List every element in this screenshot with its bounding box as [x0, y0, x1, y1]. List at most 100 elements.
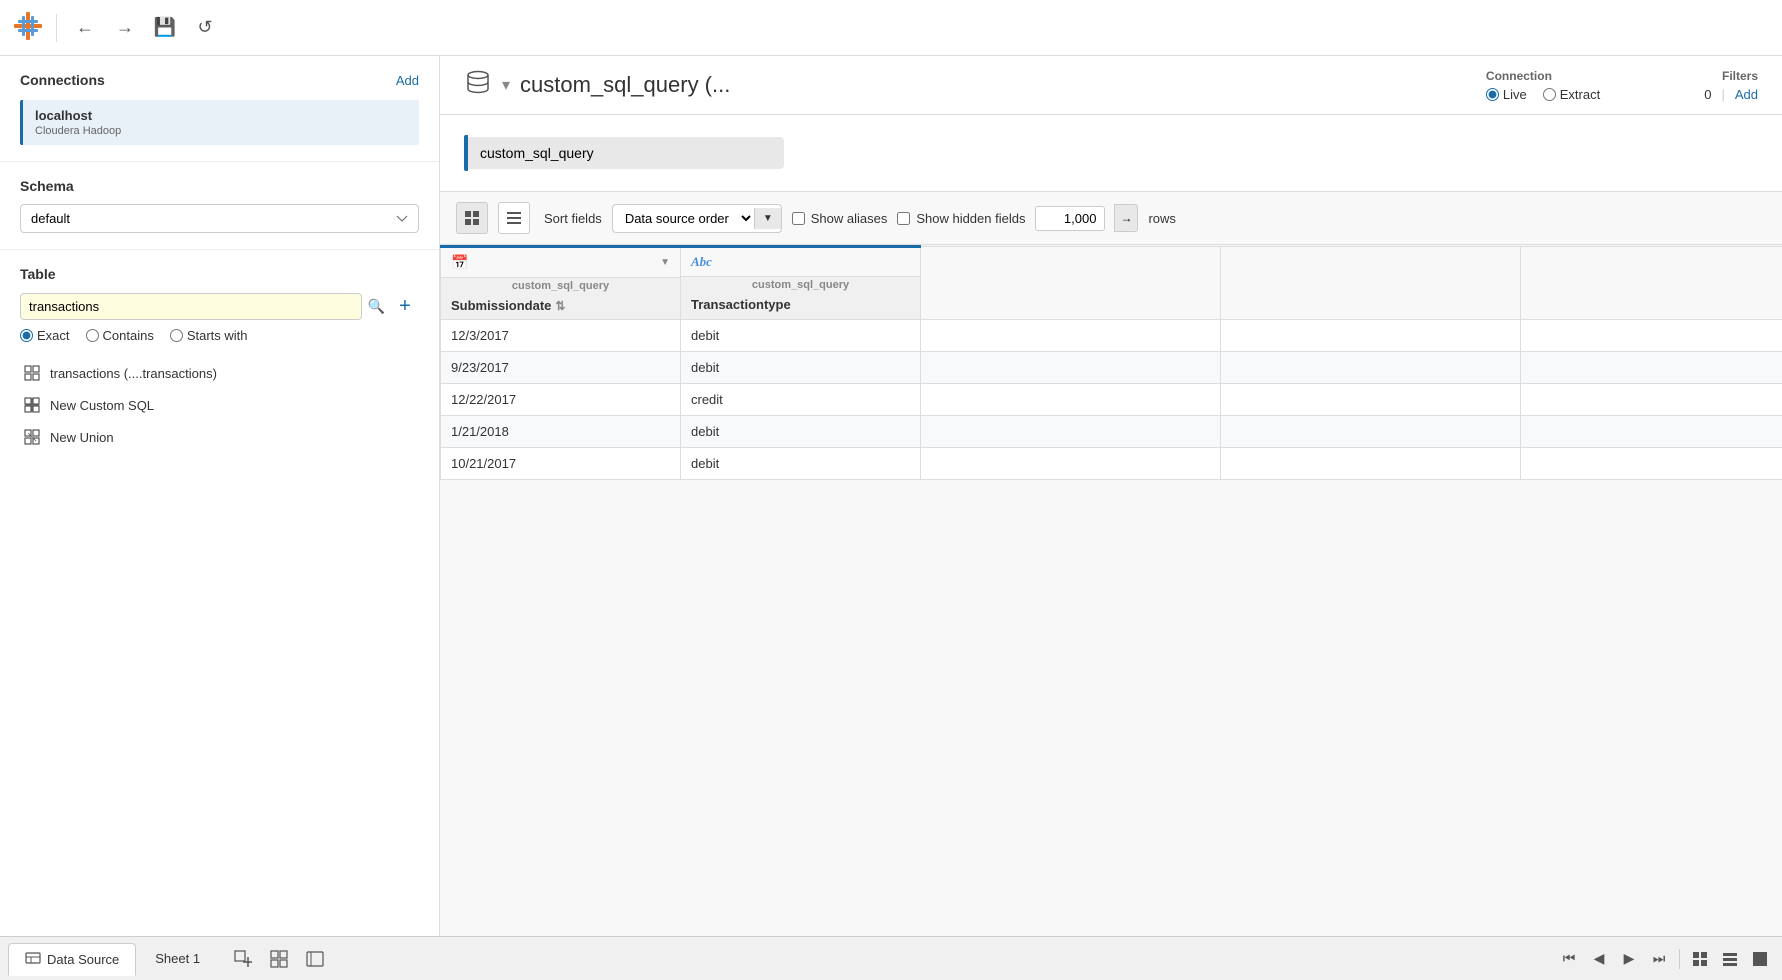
- extract-radio-label[interactable]: Extract: [1543, 87, 1600, 102]
- bottom-nav: ⏮ ◀ ▶ ⏭: [1555, 945, 1774, 973]
- bottom-tabbar: Data Source Sheet 1: [0, 936, 1782, 980]
- starts-with-radio-label[interactable]: Starts with: [170, 328, 248, 343]
- datasource-tab-icon: [25, 950, 41, 969]
- table-search-input[interactable]: [20, 293, 362, 320]
- filters-row: 0 | Add: [1704, 87, 1758, 102]
- table-cell-empty: [1521, 384, 1782, 416]
- sort-dropdown-icon[interactable]: ▼: [754, 208, 781, 229]
- table-add-button[interactable]: +: [391, 292, 419, 320]
- connections-header: Connections Add: [20, 72, 419, 88]
- show-hidden-checkbox[interactable]: [897, 212, 910, 225]
- list-view-btn-bottom[interactable]: [1716, 945, 1744, 973]
- col-source-1: custom_sql_query: [441, 278, 680, 294]
- contains-radio-label[interactable]: Contains: [86, 328, 154, 343]
- col-name-row-1: Submissiondate ⇅: [441, 294, 680, 319]
- live-radio-label[interactable]: Live: [1486, 87, 1527, 102]
- new-sheet-button[interactable]: [227, 943, 259, 975]
- table-section: Table 🔍 + Exact Contains Starts with: [0, 250, 439, 469]
- filters-add-link[interactable]: Add: [1735, 87, 1758, 102]
- col-sort-icon-1[interactable]: ⇅: [555, 299, 565, 313]
- data-grid-wrapper[interactable]: 📅 ▼ custom_sql_query Submissiondate ⇅: [440, 245, 1782, 936]
- table-cell: debit: [681, 448, 921, 480]
- extract-label: Extract: [1560, 87, 1600, 102]
- query-name-input[interactable]: [468, 137, 784, 169]
- query-box: [464, 135, 784, 171]
- content-area: ▾ custom_sql_query (... Connection Live …: [440, 56, 1782, 936]
- show-hidden-label[interactable]: Show hidden fields: [897, 211, 1025, 226]
- col-empty-3: [1521, 247, 1782, 320]
- grid-view-btn-bottom[interactable]: [1686, 945, 1714, 973]
- rows-input[interactable]: [1035, 206, 1105, 231]
- table-row: 9/23/2017debit: [441, 352, 1782, 384]
- col-empty-1: [921, 247, 1221, 320]
- connection-options: Live Extract: [1486, 87, 1600, 102]
- forward-button[interactable]: →: [109, 12, 141, 44]
- show-hidden-text: Show hidden fields: [916, 211, 1025, 226]
- extract-radio[interactable]: [1543, 88, 1556, 101]
- dropdown-chevron-icon[interactable]: ▾: [502, 75, 510, 95]
- connections-section: Connections Add localhost Cloudera Hadoo…: [0, 56, 439, 162]
- save-button[interactable]: 💾: [149, 12, 181, 44]
- contains-label: Contains: [103, 328, 154, 343]
- contains-radio[interactable]: [86, 329, 99, 342]
- show-aliases-label[interactable]: Show aliases: [792, 211, 888, 226]
- table-item-transactions: transactions (....transactions): [50, 366, 217, 381]
- nav-next-button[interactable]: ▶: [1615, 945, 1643, 973]
- schema-label: Schema: [20, 178, 419, 194]
- table-label: Table: [20, 266, 419, 282]
- add-connection-link[interactable]: Add: [396, 73, 419, 88]
- sheet1-tab[interactable]: Sheet 1: [138, 944, 217, 973]
- grid-view-button[interactable]: [456, 202, 488, 234]
- nav-last-button[interactable]: ⏭: [1645, 945, 1673, 973]
- db-title-group: ▾ custom_sql_query (...: [464, 68, 730, 102]
- datasource-tab[interactable]: Data Source: [8, 943, 136, 976]
- table-row: 12/3/2017debit: [441, 320, 1782, 352]
- table-cell: 1/21/2018: [441, 416, 681, 448]
- list-view-button[interactable]: [498, 202, 530, 234]
- refresh-button[interactable]: ↺: [189, 12, 221, 44]
- new-custom-sql-item[interactable]: New Custom SQL: [20, 389, 419, 421]
- connection-label: Connection: [1486, 69, 1600, 83]
- show-aliases-checkbox[interactable]: [792, 212, 805, 225]
- starts-with-label: Starts with: [187, 328, 248, 343]
- connection-type: Cloudera Hadoop: [35, 125, 407, 137]
- tab-action-group: [227, 943, 331, 975]
- rows-go-button[interactable]: →: [1114, 204, 1138, 232]
- new-union-item[interactable]: New Union: [20, 421, 419, 453]
- nav-prev-button[interactable]: ◀: [1585, 945, 1613, 973]
- exact-radio[interactable]: [20, 329, 33, 342]
- top-toolbar: ← → 💾 ↺: [0, 0, 1782, 56]
- table-search-row: 🔍 +: [20, 292, 419, 320]
- exact-radio-label[interactable]: Exact: [20, 328, 70, 343]
- table-cell-empty: [1221, 448, 1521, 480]
- col-dropdown-1[interactable]: ▼: [660, 257, 670, 268]
- filters-section: Filters 0 | Add: [1704, 69, 1758, 102]
- starts-with-radio[interactable]: [170, 329, 183, 342]
- data-grid: 📅 ▼ custom_sql_query Submissiondate ⇅: [440, 245, 1782, 480]
- table-row: 12/22/2017credit: [441, 384, 1782, 416]
- datasource-tab-label: Data Source: [47, 952, 119, 967]
- show-aliases-text: Show aliases: [811, 211, 888, 226]
- table-cell-empty: [1221, 416, 1521, 448]
- sort-select[interactable]: Data source order: [613, 205, 754, 232]
- schema-select[interactable]: default: [20, 204, 419, 233]
- connection-item[interactable]: localhost Cloudera Hadoop: [20, 100, 419, 145]
- new-dashboard-button[interactable]: [263, 943, 295, 975]
- table-list-item[interactable]: transactions (....transactions): [20, 357, 419, 389]
- connection-section: Connection Live Extract: [1486, 69, 1600, 102]
- table-cell-empty: [921, 416, 1221, 448]
- grid-icon: [22, 363, 42, 383]
- new-story-button[interactable]: [299, 943, 331, 975]
- main-layout: Connections Add localhost Cloudera Hadoo…: [0, 56, 1782, 936]
- sort-select-wrapper: Data source order ▼: [612, 204, 782, 233]
- sort-label: Sort fields: [544, 211, 602, 226]
- live-label: Live: [1503, 87, 1527, 102]
- new-custom-sql-label: New Custom SQL: [50, 398, 154, 413]
- sheet1-tab-label: Sheet 1: [155, 951, 200, 966]
- filters-count: 0: [1704, 87, 1711, 102]
- live-radio[interactable]: [1486, 88, 1499, 101]
- table-cell-empty: [1521, 416, 1782, 448]
- back-button[interactable]: ←: [69, 12, 101, 44]
- nav-first-button[interactable]: ⏮: [1555, 945, 1583, 973]
- fit-view-btn[interactable]: [1746, 945, 1774, 973]
